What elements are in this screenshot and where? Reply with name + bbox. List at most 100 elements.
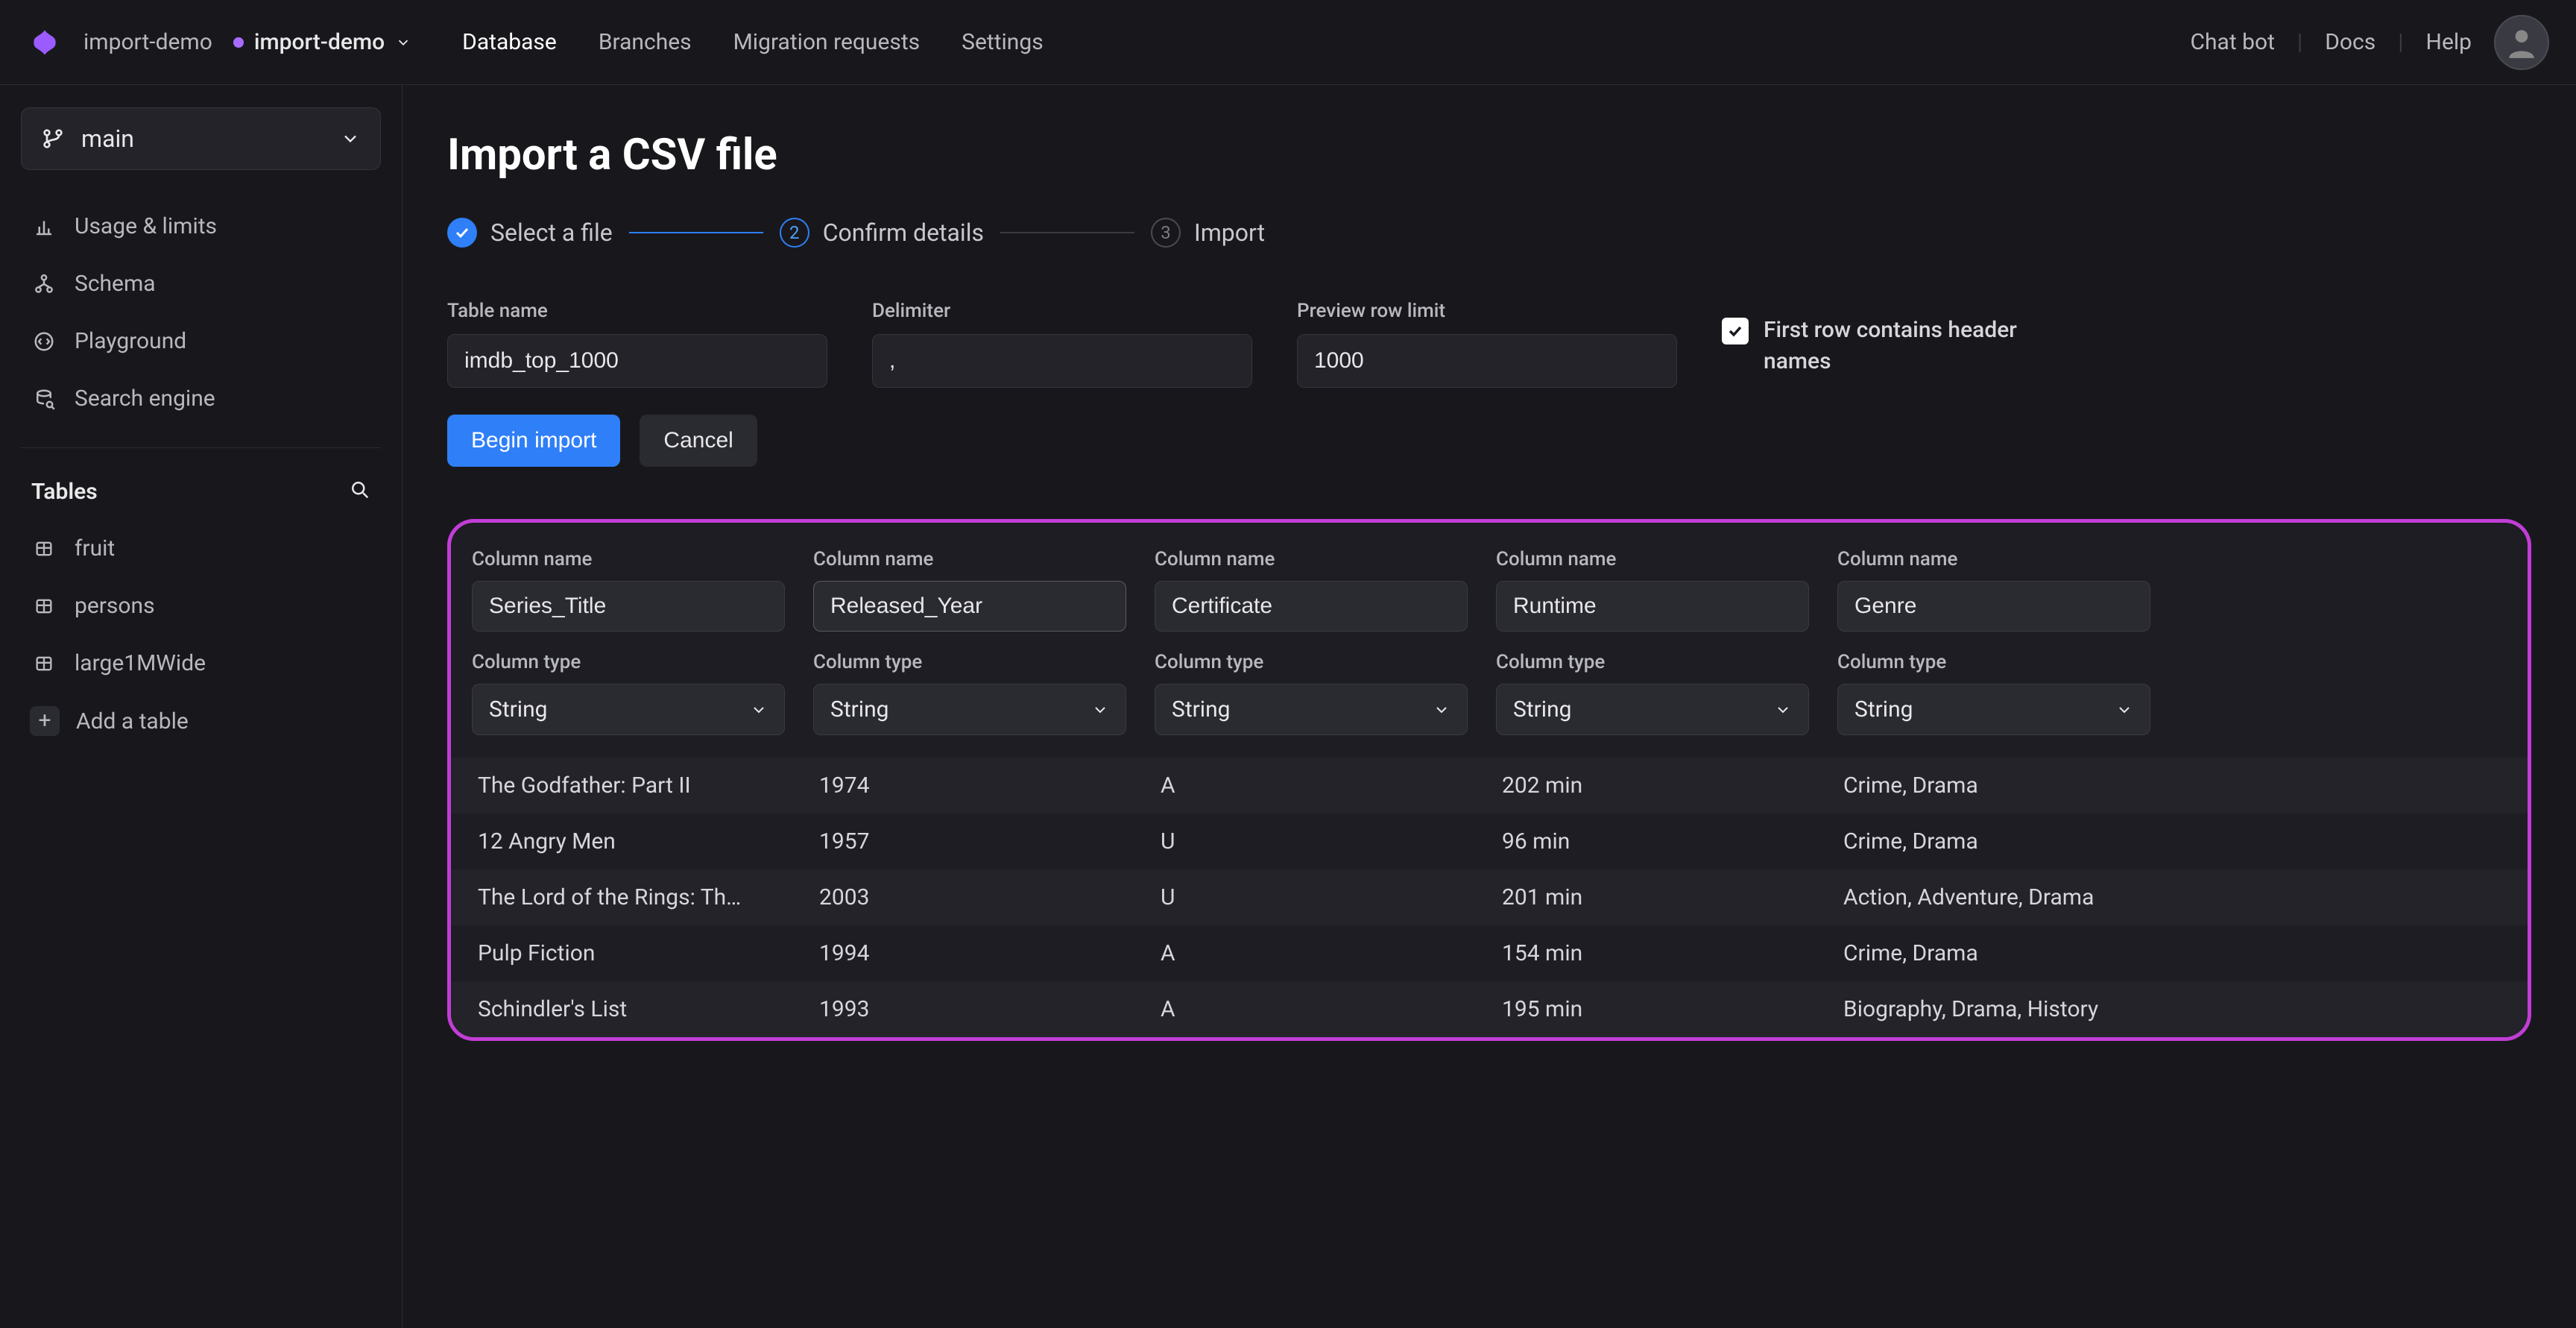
cancel-button[interactable]: Cancel [640, 415, 757, 467]
chat-bot-link[interactable]: Chat bot [2191, 29, 2275, 55]
table-cell: The Lord of the Rings: Th… [472, 880, 785, 915]
docs-link[interactable]: Docs [2325, 29, 2375, 55]
table-cell: Crime, Drama [1837, 936, 2150, 971]
logo-icon[interactable] [27, 25, 63, 60]
table-cell: 195 min [1496, 992, 1809, 1027]
help-link[interactable]: Help [2426, 29, 2472, 55]
begin-import-button[interactable]: Begin import [447, 415, 620, 467]
sidebar-item-usage[interactable]: Usage & limits [21, 200, 381, 253]
table-item[interactable]: fruit [21, 522, 381, 575]
chevron-down-icon [1433, 701, 1450, 719]
table-row: 12 Angry Men1957U96 minCrime, Drama [451, 814, 2528, 869]
delimiter-field: Delimiter [872, 300, 1252, 388]
page-title: Import a CSV file [447, 130, 2531, 180]
column-type-select[interactable]: String [1496, 684, 1809, 735]
chart-icon [31, 214, 57, 239]
sidebar-item-search-engine[interactable]: Search engine [21, 372, 381, 425]
check-icon [453, 224, 471, 242]
add-table-label: Add a table [76, 708, 189, 734]
column-type-select[interactable]: String [1155, 684, 1468, 735]
column-type-label: Column type [813, 651, 1126, 673]
preview-limit-input[interactable] [1297, 334, 1677, 388]
step-1-indicator [447, 218, 477, 248]
column-name-input[interactable] [1496, 581, 1809, 632]
step-line [629, 232, 763, 233]
table-cell: 202 min [1496, 768, 1809, 803]
topbar: import-demo import-demo Database Branche… [0, 0, 2576, 85]
sidebar-nav: Usage & limits Schema Playground Search … [21, 200, 381, 425]
step-2-indicator: 2 [780, 218, 809, 248]
table-row: The Godfather: Part II1974A202 minCrime,… [451, 758, 2528, 814]
sidebar-item-schema[interactable]: Schema [21, 257, 381, 310]
nav-settings[interactable]: Settings [962, 29, 1044, 55]
avatar[interactable] [2494, 15, 2549, 70]
table-cell: U [1155, 880, 1468, 915]
sidebar-item-label: Schema [75, 271, 156, 297]
column-type-value: String [1854, 696, 1913, 723]
branch-selector-label: main [81, 125, 134, 153]
column-config-group: Column name Column type String [1496, 548, 1809, 735]
data-preview-rows: The Godfather: Part II1974A202 minCrime,… [451, 758, 2528, 1037]
sidebar-item-playground[interactable]: Playground [21, 315, 381, 368]
column-type-label: Column type [1837, 651, 2150, 673]
table-cell: 1994 [813, 936, 1126, 971]
table-cell: 2003 [813, 880, 1126, 915]
step-2-label: Confirm details [823, 218, 984, 247]
sidebar-item-label: Playground [75, 328, 186, 354]
search-icon[interactable] [348, 478, 370, 506]
column-type-select[interactable]: String [813, 684, 1126, 735]
column-type-select[interactable]: String [1837, 684, 2150, 735]
step-3-indicator: 3 [1151, 218, 1181, 248]
column-name-input[interactable] [472, 581, 785, 632]
project-name[interactable]: import-demo [83, 29, 212, 55]
branch-pill[interactable]: import-demo [233, 29, 411, 55]
step-3: 3 Import [1151, 218, 1265, 248]
table-cell: Pulp Fiction [472, 936, 785, 971]
table-cell: U [1155, 824, 1468, 859]
column-type-value: String [830, 696, 889, 723]
column-name-input[interactable] [813, 581, 1126, 632]
git-branch-icon [41, 127, 65, 151]
column-name-label: Column name [1496, 548, 1809, 570]
column-type-select[interactable]: String [472, 684, 785, 735]
branch-selector[interactable]: main [21, 107, 381, 170]
table-name-label: Table name [447, 300, 827, 322]
column-name-input[interactable] [1837, 581, 2150, 632]
table-item[interactable]: large1MWide [21, 637, 381, 690]
table-name-input[interactable] [447, 334, 827, 388]
table-icon [31, 594, 57, 619]
schema-icon [31, 271, 57, 297]
code-icon [31, 329, 57, 354]
preview-limit-field: Preview row limit [1297, 300, 1677, 388]
table-cell: Crime, Drama [1837, 768, 2150, 803]
column-type-label: Column type [1496, 651, 1809, 673]
sidebar-item-label: Search engine [75, 386, 215, 412]
header-row-checkbox[interactable] [1722, 318, 1749, 344]
branch-pill-label: import-demo [254, 29, 385, 55]
add-table-button[interactable]: + Add a table [21, 694, 381, 748]
chevron-down-icon [750, 701, 768, 719]
step-3-label: Import [1194, 218, 1265, 247]
nav-migration-requests[interactable]: Migration requests [733, 29, 921, 55]
chevron-down-icon [395, 34, 411, 51]
nav-branches[interactable]: Branches [599, 29, 692, 55]
table-item-label: persons [75, 593, 155, 619]
nav-database[interactable]: Database [462, 29, 557, 55]
column-type-label: Column type [1155, 651, 1468, 673]
sidebar-item-label: Usage & limits [75, 213, 217, 239]
table-item[interactable]: persons [21, 579, 381, 632]
column-name-label: Column name [472, 548, 785, 570]
search-settings-icon [31, 386, 57, 412]
form-row: Table name Delimiter Preview row limit F… [447, 300, 2531, 388]
delimiter-input[interactable] [872, 334, 1252, 388]
column-type-value: String [489, 696, 548, 723]
column-name-label: Column name [1837, 548, 2150, 570]
table-icon [31, 651, 57, 676]
column-name-label: Column name [813, 548, 1126, 570]
stepper: Select a file 2 Confirm details 3 Import [447, 218, 2531, 248]
tables-header: Tables [21, 471, 381, 522]
top-nav: Database Branches Migration requests Set… [462, 29, 1044, 55]
column-name-input[interactable] [1155, 581, 1468, 632]
table-cell: Action, Adventure, Drama [1837, 880, 2150, 915]
plus-icon: + [30, 706, 60, 736]
